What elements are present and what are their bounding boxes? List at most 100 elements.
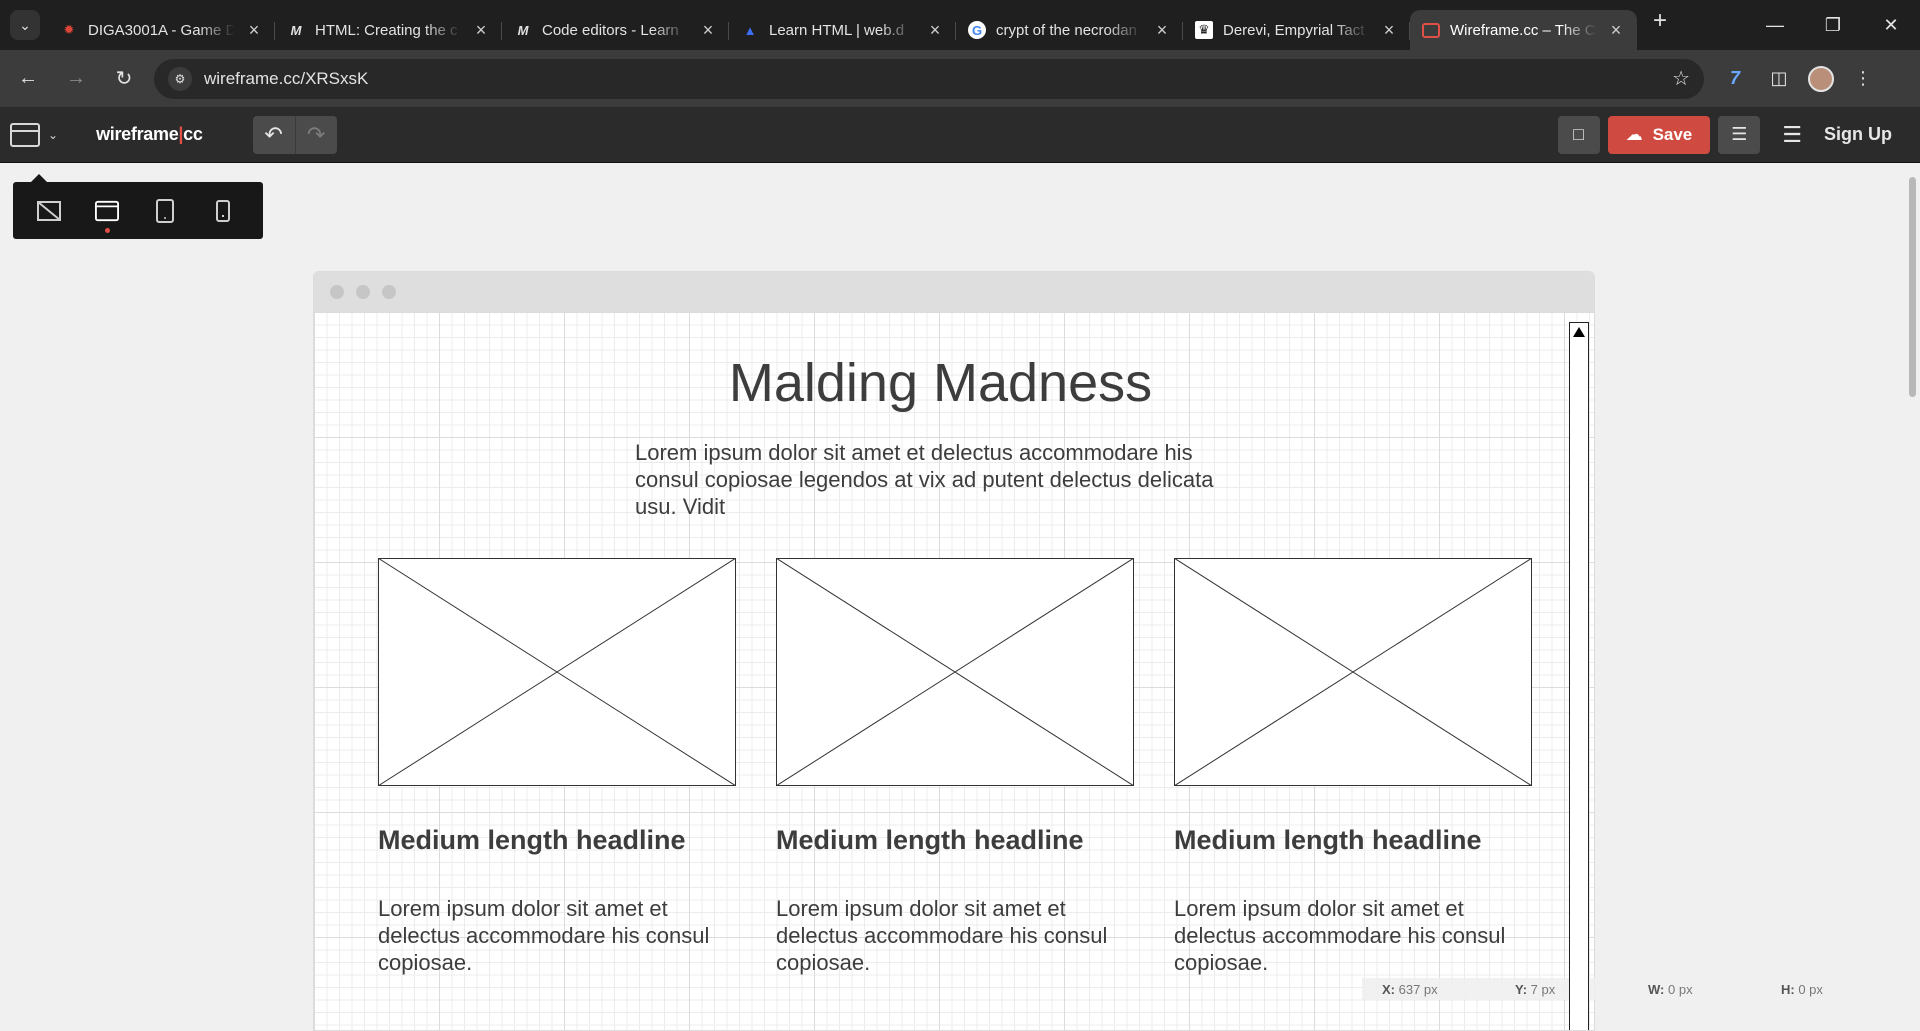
browser-tab[interactable]: G crypt of the necrodan × bbox=[956, 10, 1183, 50]
browser-tab[interactable]: M HTML: Creating the c × bbox=[275, 10, 502, 50]
browser-tab[interactable]: ♛ Derevi, Empyrial Tact × bbox=[1183, 10, 1410, 50]
column-body-text[interactable]: Lorem ipsum dolor sit amet et delectus a… bbox=[1174, 895, 1534, 976]
save-button[interactable]: ☁ Save bbox=[1607, 115, 1711, 154]
comment-button[interactable]: □ bbox=[1557, 115, 1600, 154]
coord-w-value: 0 px bbox=[1668, 981, 1693, 997]
close-icon[interactable]: × bbox=[1607, 20, 1625, 41]
device-tablet[interactable] bbox=[153, 198, 177, 223]
browser-tab[interactable]: M Code editors - Learn × bbox=[502, 10, 729, 50]
diga-favicon-icon: ✹ bbox=[63, 22, 75, 37]
device-phone[interactable] bbox=[211, 199, 235, 223]
image-placeholder-cross bbox=[378, 558, 736, 786]
minimize-icon[interactable]: — bbox=[1746, 0, 1804, 50]
new-tab-button[interactable]: + bbox=[1645, 6, 1675, 36]
tab-list: ✹ DIGA3001A - Game D × M HTML: Creating … bbox=[48, 0, 1637, 50]
page-scrollbar[interactable] bbox=[1905, 163, 1920, 1020]
close-icon[interactable]: × bbox=[1153, 20, 1171, 41]
settings-button[interactable]: ☰ bbox=[1718, 115, 1761, 154]
tab-title: Code editors - Learn bbox=[542, 21, 679, 39]
site-info-icon[interactable]: ⚙ bbox=[168, 66, 192, 91]
sliders-icon: ☰ bbox=[1731, 124, 1748, 144]
reload-icon[interactable]: ↻ bbox=[104, 59, 144, 99]
hamburger-menu-icon[interactable]: ☰ bbox=[1782, 122, 1802, 148]
column-body-text[interactable]: Lorem ipsum dolor sit amet et delectus a… bbox=[776, 895, 1136, 976]
browser-tab-active[interactable]: Wireframe.cc – The C × bbox=[1410, 10, 1637, 50]
profile-avatar[interactable] bbox=[1808, 65, 1834, 92]
coord-x-label: X: bbox=[1382, 981, 1395, 997]
scrollbar-thumb[interactable] bbox=[1909, 177, 1916, 397]
undo-redo-group: ↶ ↷ bbox=[252, 115, 337, 154]
coord-h-label: H: bbox=[1781, 981, 1795, 997]
canvas-window-titlebar bbox=[314, 272, 1594, 312]
coord-w: W: 0 px bbox=[1628, 982, 1761, 997]
image-placeholder[interactable] bbox=[776, 558, 1134, 786]
canvas-grid[interactable]: Malding Madness Lorem ipsum dolor sit am… bbox=[314, 312, 1594, 1030]
brand-logo[interactable]: wireframe|cc bbox=[96, 124, 203, 145]
scryfall-favicon-icon: ♛ bbox=[1195, 21, 1213, 39]
cloud-upload-icon: ☁ bbox=[1625, 124, 1643, 144]
column-headline[interactable]: Medium length headline bbox=[776, 825, 1084, 856]
window-dot bbox=[356, 285, 370, 299]
close-icon[interactable]: × bbox=[1380, 20, 1398, 41]
image-placeholder-cross bbox=[776, 558, 1134, 786]
tab-strip: ⌄ ✹ DIGA3001A - Game D × M HTML: Creatin… bbox=[0, 0, 1920, 50]
tab-search-button[interactable]: ⌄ bbox=[10, 10, 40, 40]
image-placeholder[interactable] bbox=[378, 558, 736, 786]
chevron-down-icon: ⌄ bbox=[19, 16, 31, 33]
wireframe-title[interactable]: Malding Madness bbox=[314, 352, 1567, 414]
undo-icon[interactable]: ↶ bbox=[253, 116, 295, 154]
forward-icon[interactable]: → bbox=[56, 59, 96, 99]
device-none[interactable] bbox=[37, 199, 61, 223]
plus-icon: + bbox=[1652, 7, 1667, 34]
back-icon[interactable]: ← bbox=[8, 59, 48, 99]
coord-y-value: 7 px bbox=[1530, 981, 1556, 997]
column-headline[interactable]: Medium length headline bbox=[1174, 825, 1482, 856]
browser-toolbar: ← → ↻ ⚙ wireframe.cc/XRSxsK ☆ 7 ◫ ⋮ bbox=[0, 50, 1920, 107]
url-text[interactable]: wireframe.cc/XRSxsK bbox=[204, 69, 1672, 89]
webdev-favicon-icon: ▲ bbox=[743, 22, 757, 38]
phone-icon bbox=[216, 199, 230, 222]
image-placeholder[interactable] bbox=[1174, 558, 1532, 786]
coord-y: Y: 7 px bbox=[1495, 982, 1628, 997]
extensions-puzzle-icon[interactable]: ◫ bbox=[1764, 64, 1794, 94]
mdn-favicon-icon: M bbox=[517, 22, 529, 38]
extension-logo-icon[interactable]: 7 bbox=[1720, 64, 1750, 94]
column-headline[interactable]: Medium length headline bbox=[378, 825, 686, 856]
browser-window-icon bbox=[95, 200, 119, 221]
redo-icon[interactable]: ↷ bbox=[294, 115, 337, 154]
app-actions: □ ☁ Save ☰ ☰ Sign Up bbox=[1557, 115, 1892, 154]
close-icon[interactable]: × bbox=[245, 20, 263, 41]
tab-title: Learn HTML | web.d bbox=[769, 21, 905, 39]
window-controls: — ❐ ✕ bbox=[1746, 0, 1920, 50]
wireframe-canvas[interactable]: Malding Madness Lorem ipsum dolor sit am… bbox=[313, 271, 1595, 1031]
wireframe-scrollbar-element[interactable] bbox=[1569, 322, 1589, 1030]
tab-title: HTML: Creating the c bbox=[315, 21, 458, 39]
bookmark-star-icon[interactable]: ☆ bbox=[1672, 66, 1690, 91]
close-icon[interactable]: × bbox=[699, 20, 717, 41]
coord-w-label: W: bbox=[1648, 981, 1665, 997]
close-icon[interactable]: × bbox=[472, 20, 490, 41]
coord-h-value: 0 px bbox=[1798, 981, 1823, 997]
browser-window-icon bbox=[10, 122, 40, 147]
canvas-type-picker[interactable]: ⌄ bbox=[10, 122, 58, 147]
sign-up-link[interactable]: Sign Up bbox=[1824, 124, 1892, 145]
browser-tab[interactable]: ▲ Learn HTML | web.d × bbox=[729, 10, 956, 50]
app-bar: ⌄ wireframe|cc ↶ ↷ □ ☁ Save ☰ ☰ Sign Up bbox=[0, 107, 1920, 163]
more-vert-icon[interactable]: ⋮ bbox=[1848, 64, 1878, 94]
address-bar[interactable]: ⚙ wireframe.cc/XRSxsK ☆ bbox=[154, 58, 1704, 99]
tab-title: crypt of the necrodan bbox=[996, 21, 1137, 39]
device-browser[interactable] bbox=[95, 199, 119, 233]
window-close-icon[interactable]: ✕ bbox=[1862, 0, 1920, 50]
window-dot bbox=[330, 285, 344, 299]
google-favicon-icon: G bbox=[968, 21, 986, 39]
device-selector-popover bbox=[13, 174, 263, 239]
wireframe-intro-text[interactable]: Lorem ipsum dolor sit amet et delectus a… bbox=[635, 439, 1255, 520]
column-body-text[interactable]: Lorem ipsum dolor sit amet et delectus a… bbox=[378, 895, 738, 976]
tab-title: Wireframe.cc – The C bbox=[1450, 21, 1596, 39]
browser-tab[interactable]: ✹ DIGA3001A - Game D × bbox=[48, 10, 275, 50]
restore-icon[interactable]: ❐ bbox=[1804, 0, 1862, 50]
coord-h: H: 0 px bbox=[1761, 982, 1894, 997]
close-icon[interactable]: × bbox=[926, 20, 944, 41]
brand-main: wireframe bbox=[96, 124, 179, 144]
image-placeholder-cross bbox=[1174, 558, 1532, 786]
